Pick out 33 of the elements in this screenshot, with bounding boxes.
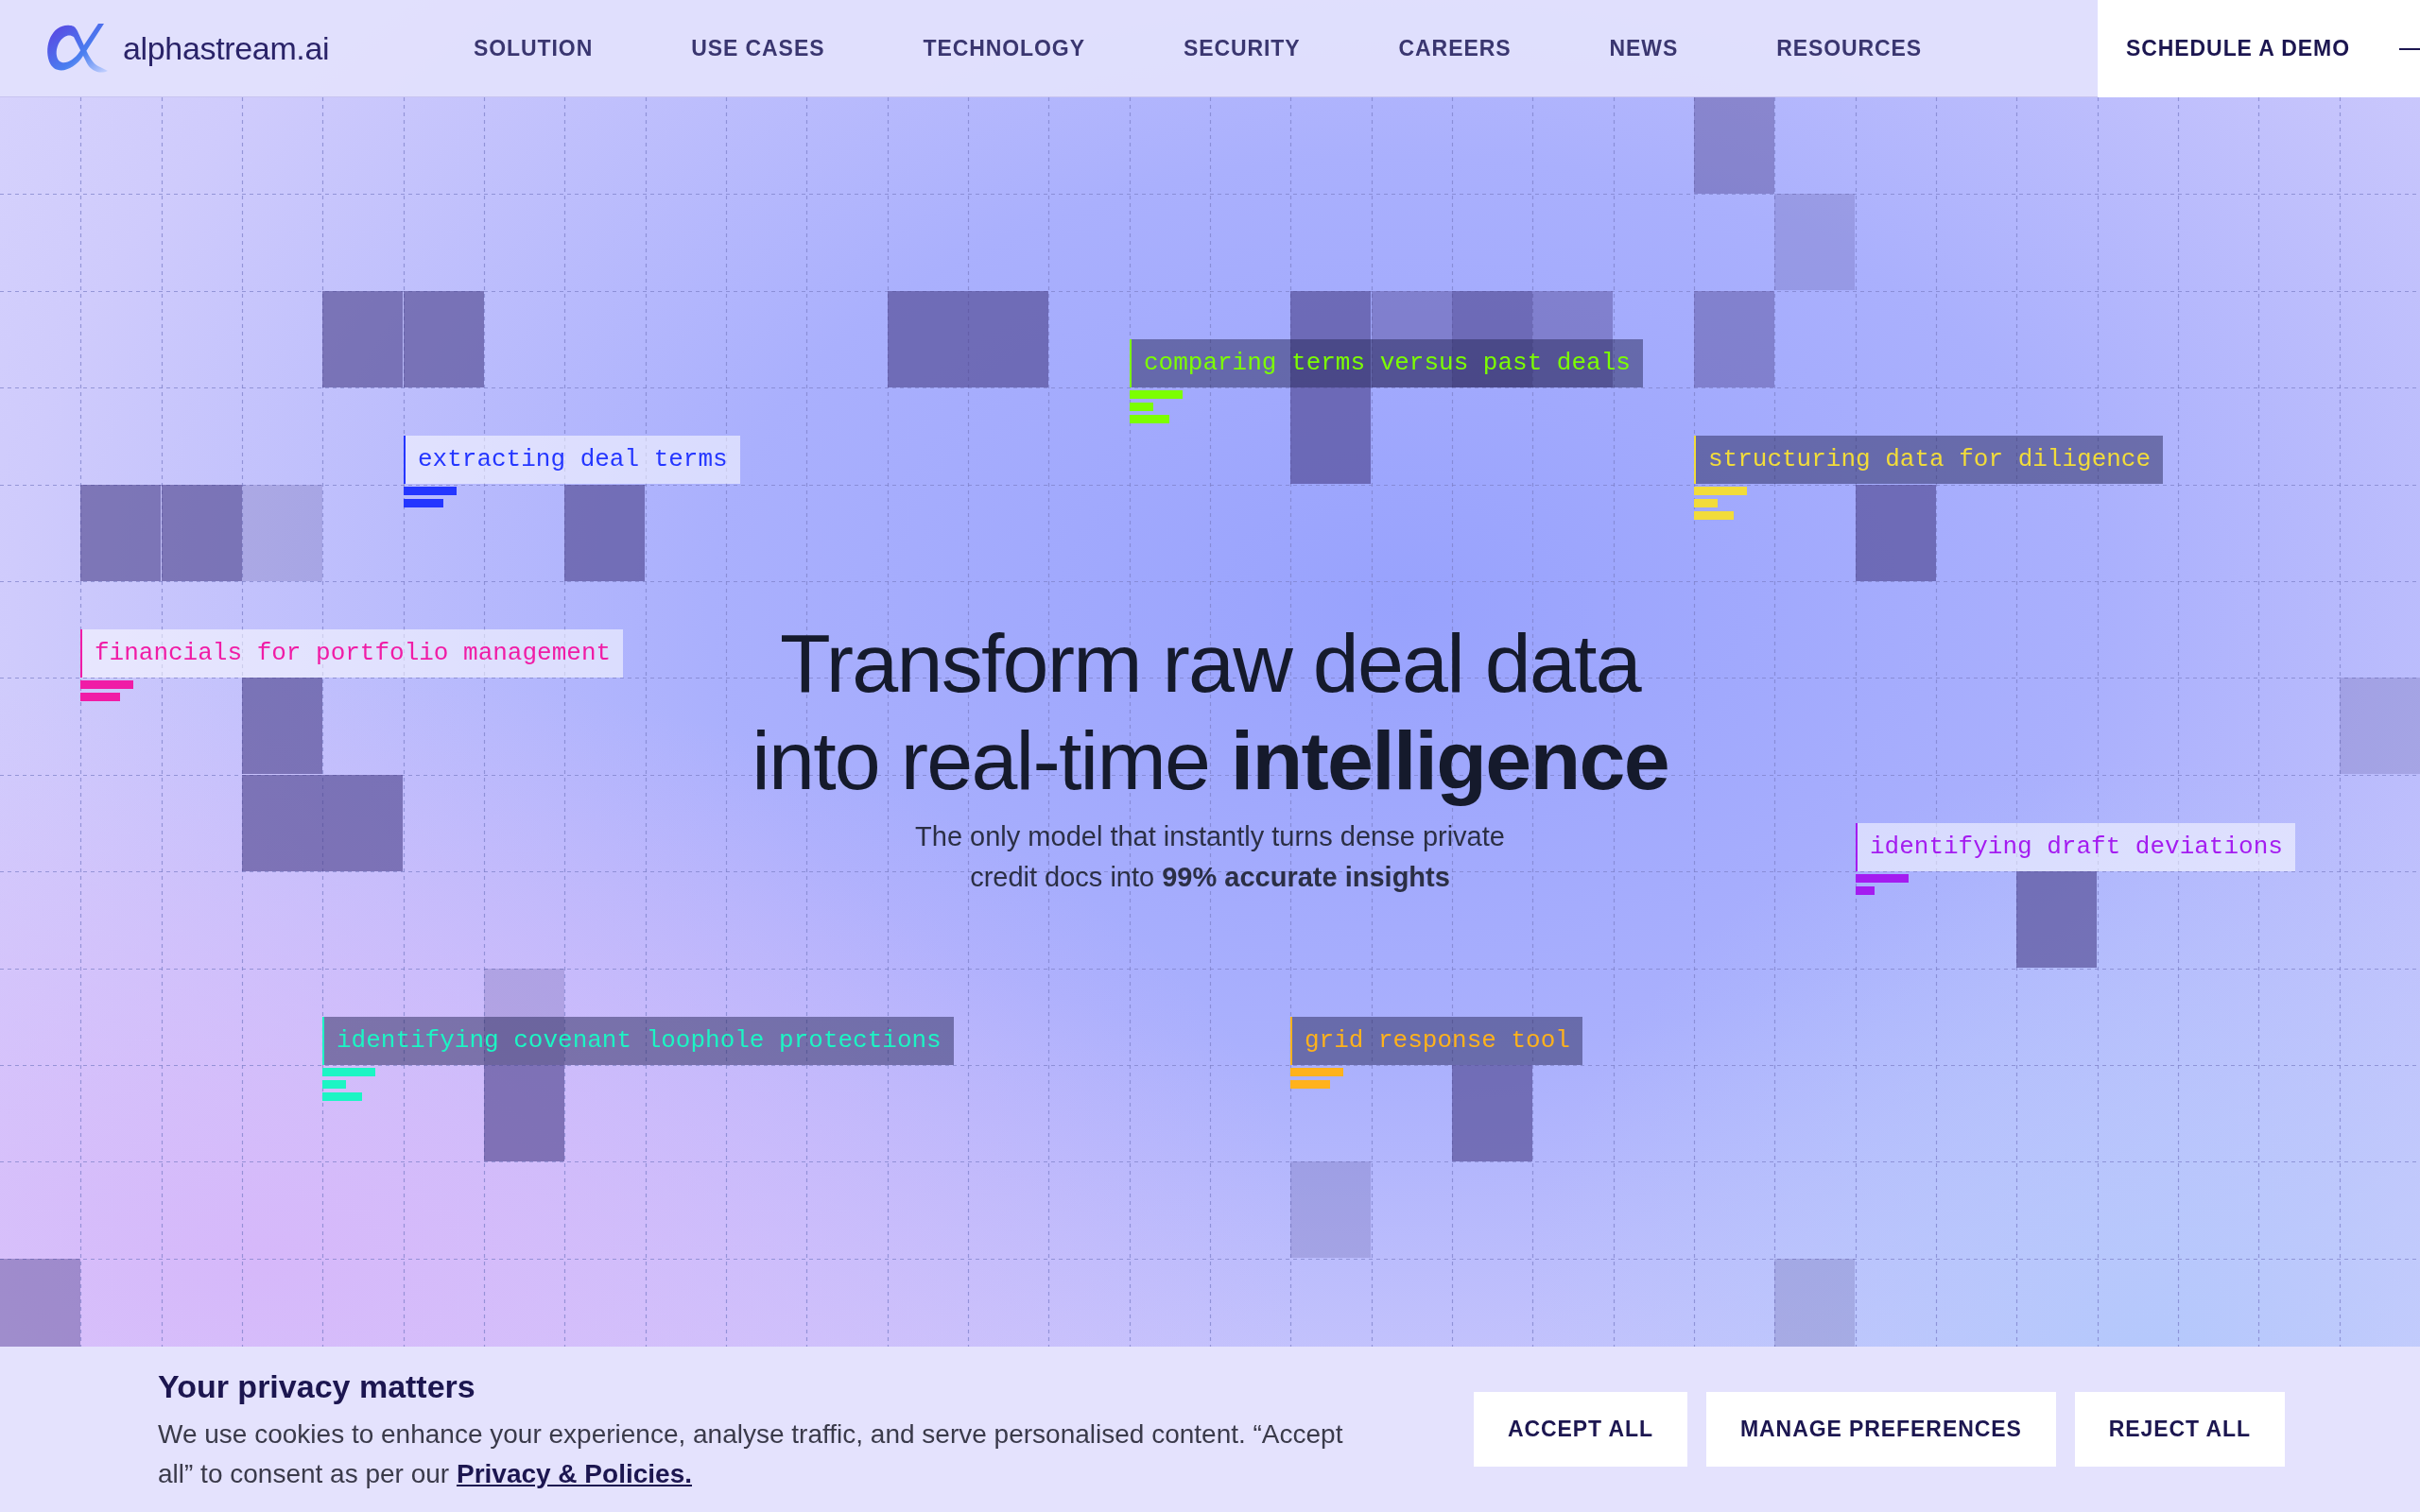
nav-link[interactable]: USE CASES bbox=[691, 31, 825, 65]
privacy-link[interactable]: Privacy & Policies. bbox=[456, 1458, 692, 1488]
nav-link[interactable]: SOLUTION bbox=[474, 31, 594, 65]
schedule-demo-button[interactable]: SCHEDULE A DEMO bbox=[2098, 0, 2420, 97]
cookie-button[interactable]: ACCEPT ALL bbox=[1474, 1392, 1687, 1467]
bars-icon bbox=[322, 1068, 375, 1101]
bars-icon bbox=[404, 487, 457, 507]
tag-label: identifying draft deviations bbox=[1856, 823, 2295, 871]
bars-icon bbox=[1856, 874, 1909, 895]
nav-link[interactable]: NEWS bbox=[1609, 31, 1679, 65]
hero-subtitle: The only model that instantly turns dense private bbox=[915, 820, 1505, 853]
nav-link[interactable]: RESOURCES bbox=[1776, 31, 1923, 65]
tag-label: extracting deal terms bbox=[404, 436, 740, 484]
tag-label: financials for portfolio management bbox=[80, 629, 624, 678]
cookie-button[interactable]: REJECT ALL bbox=[2074, 1392, 2285, 1467]
bars-icon bbox=[1130, 390, 1183, 423]
nav-link[interactable]: TECHNOLOGY bbox=[923, 31, 1085, 65]
hero-title: into real-time intelligence bbox=[752, 713, 1668, 809]
nav-link[interactable]: CAREERS bbox=[1398, 31, 1512, 65]
cookie-text: We use cookies to enhance your experience, analyse traffic, and serve personalised content. “Accept all” to consent as per our Privacy & Policies. bbox=[158, 1418, 1344, 1490]
bars-icon bbox=[1694, 487, 1747, 520]
nav-link[interactable]: SECURITY bbox=[1183, 31, 1301, 65]
cookie-button[interactable]: MANAGE PREFERENCES bbox=[1706, 1392, 2056, 1467]
tag-label: grid response tool bbox=[1290, 1017, 1582, 1065]
hero-title: Transform raw deal data bbox=[780, 615, 1640, 712]
tag-label: identifying covenant loophole protections bbox=[322, 1017, 954, 1065]
logo-text[interactable]: alphastream.ai bbox=[123, 24, 330, 73]
bars-icon bbox=[80, 680, 133, 701]
tag-label: comparing terms versus past deals bbox=[1130, 339, 1643, 387]
banner-title: Your privacy matters bbox=[158, 1366, 476, 1406]
tag-label: structuring data for diligence bbox=[1694, 436, 2164, 484]
bars-icon bbox=[1290, 1068, 1343, 1089]
hero-subtitle: credit docs into 99% accurate insights bbox=[970, 861, 1450, 894]
